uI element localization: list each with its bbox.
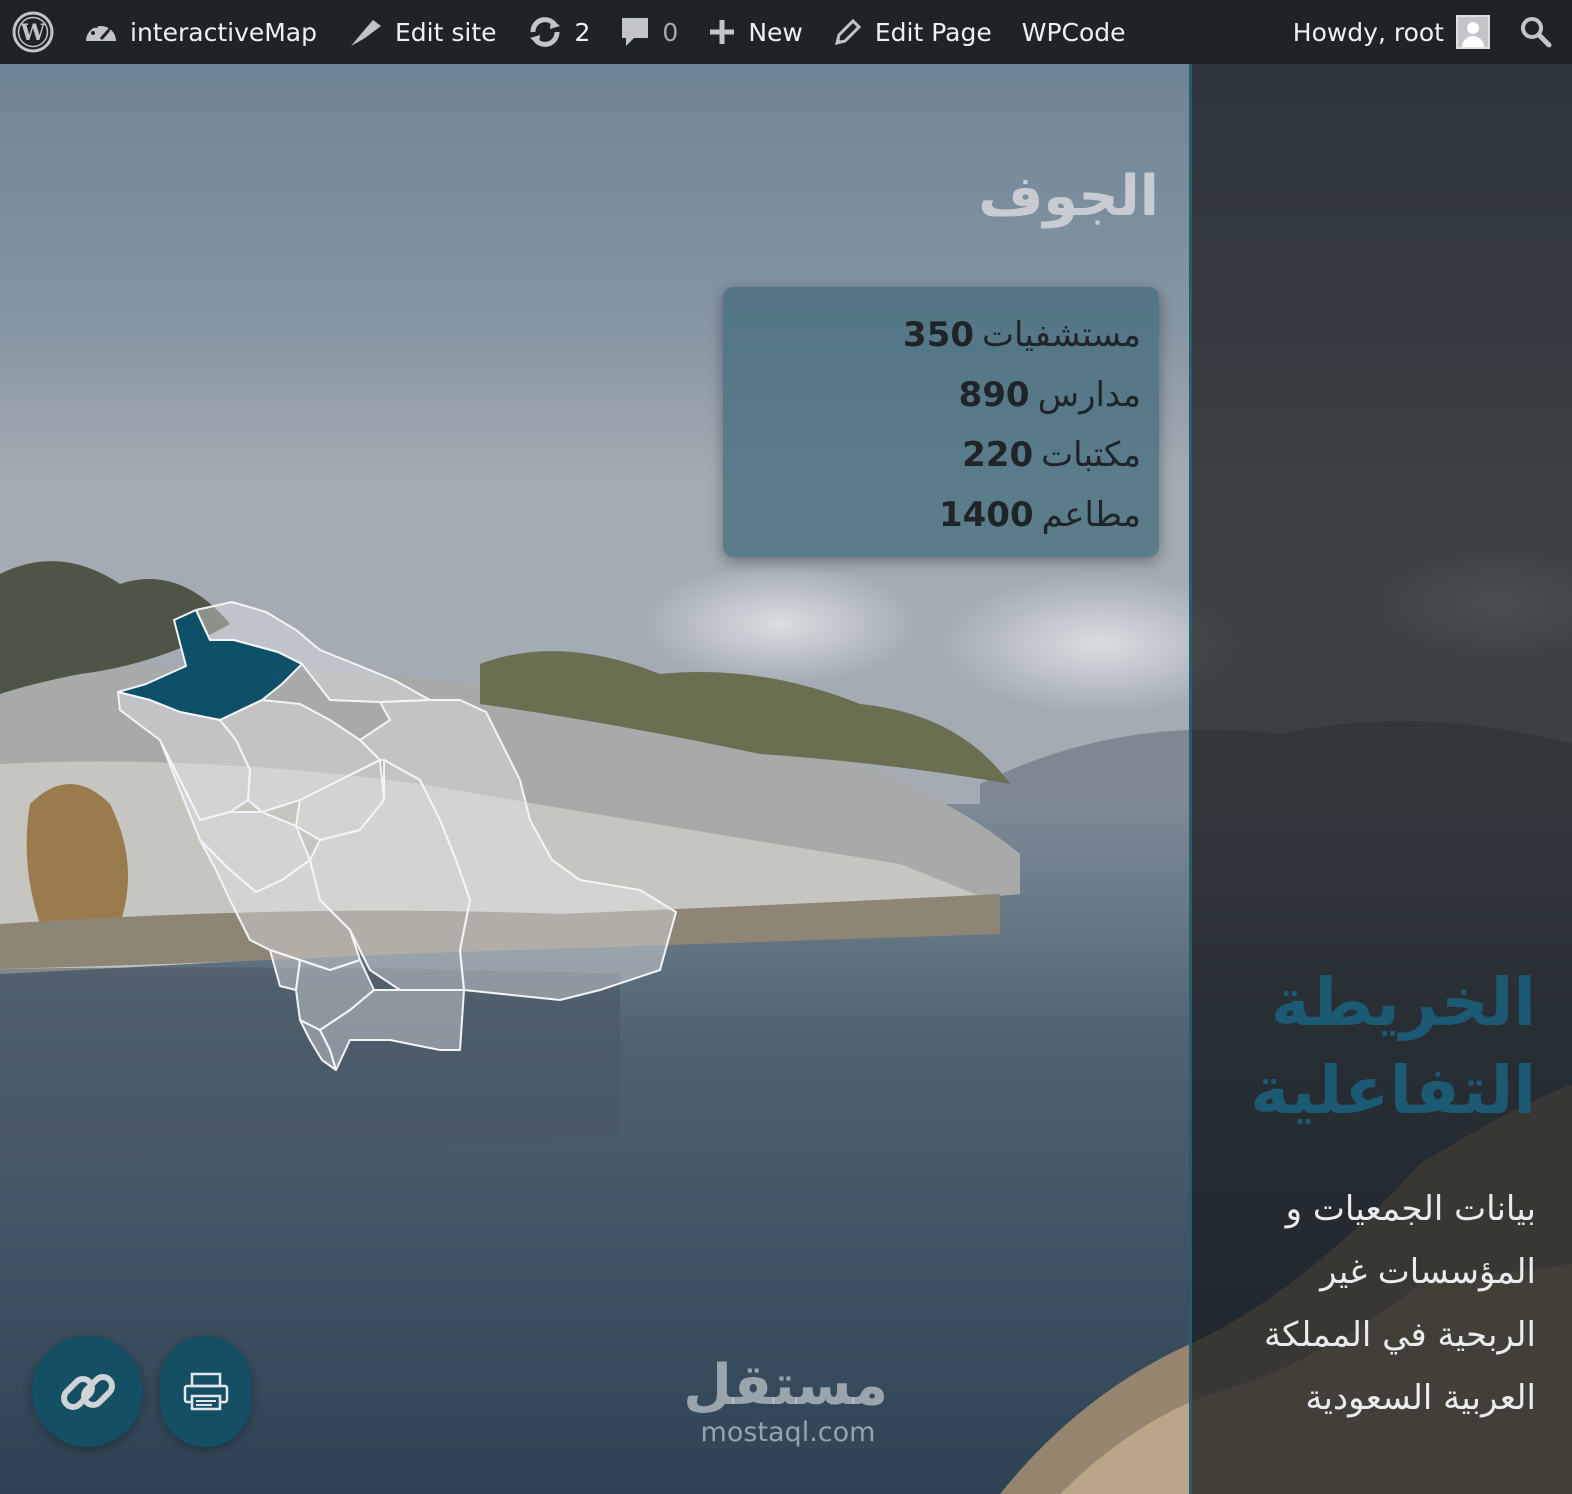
watermark-arabic: مستقل [683,1353,888,1418]
stat-row-libraries: مكتبات220 [723,425,1141,485]
stat-label: مطاعم [1041,495,1141,535]
stat-row-schools: مدارس890 [723,365,1141,425]
map-stage: الجوف مستشفيات350 مدارس890 مكتبات220 مطا… [0,64,1572,1494]
stat-label: مستشفيات [982,315,1141,355]
user-account-menu[interactable]: Howdy, root [1278,0,1505,64]
dashboard-gauge-icon [86,21,116,41]
pencil-icon [834,18,861,46]
stat-value: 220 [962,435,1034,475]
stat-label: مكتبات [1041,435,1141,475]
refresh-icon [529,17,560,47]
region-title: الجوف [978,164,1159,229]
search-icon [1521,17,1552,48]
app-description: بيانات الجمعيات و المؤسسات غير الربحية ف… [1263,1189,1536,1418]
stat-row-hospitals: مستشفيات350 [723,305,1141,365]
updates-button[interactable]: 2 [512,0,606,64]
admin-bar: W interactiveMap Edit site 2 0 New Edit … [0,0,1572,64]
mostaql-watermark: مستقل mostaql.com [683,1353,888,1448]
comments-count: 0 [662,17,679,47]
site-name-menu[interactable]: interactiveMap [69,0,332,64]
avatar [1456,15,1490,49]
stat-value: 1400 [938,495,1034,535]
updates-count: 2 [574,17,591,47]
link-icon [60,1373,115,1410]
new-content-button[interactable]: New [693,0,818,64]
admin-search-button[interactable] [1505,0,1572,64]
share-link-button[interactable] [32,1336,143,1447]
app-title: الخريطة التفاعلية [1250,964,1536,1129]
wordpress-icon: W [12,11,54,53]
edit-site-label: Edit site [395,17,497,47]
watermark-latin: mostaql.com [700,1417,876,1448]
edit-page-button[interactable]: Edit Page [818,0,1007,64]
interactive-map[interactable] [0,64,1190,1494]
wordpress-logo-button[interactable]: W [0,0,69,64]
stat-value: 350 [903,315,975,355]
printer-icon [183,1372,228,1410]
stat-value: 890 [958,375,1030,415]
user-greeting: Howdy, root [1292,17,1444,47]
region-stats-card: مستشفيات350 مدارس890 مكتبات220 مطاعم1400 [723,287,1159,557]
stat-label: مدارس [1037,375,1141,415]
svg-text:W: W [20,20,46,46]
wpcode-menu[interactable]: WPCode [1007,0,1141,64]
edit-page-label: Edit Page [874,17,992,47]
stat-row-restaurants: مطاعم1400 [723,485,1141,545]
print-button[interactable] [160,1336,251,1447]
new-label: New [748,17,803,47]
site-name-label: interactiveMap [130,17,317,47]
comments-button[interactable]: 0 [605,0,693,64]
plus-icon [710,20,735,44]
wpcode-label: WPCode [1021,17,1126,47]
brush-icon [351,20,381,46]
comment-bubble-icon [622,18,649,46]
edit-site-button[interactable]: Edit site [332,0,512,64]
